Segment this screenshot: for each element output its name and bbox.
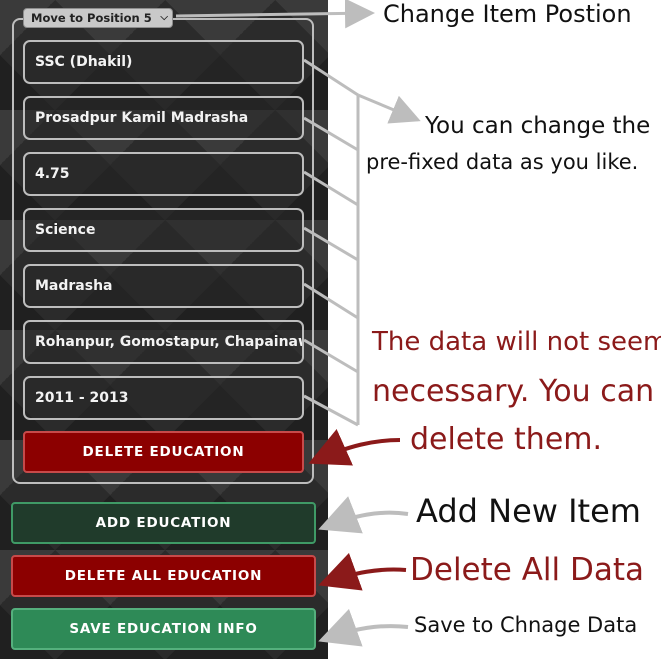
note-change-data-line2: pre-fixed data as you like.: [366, 150, 639, 174]
arrow-add-new: [318, 496, 409, 534]
note-not-necessary-line2: necessary. You can: [372, 374, 655, 409]
note-change-data-line1: You can change the: [425, 113, 651, 139]
arrow-change-data: [357, 93, 421, 124]
note-save: Save to Chnage Data: [414, 613, 638, 637]
arrow-delete-education: [308, 429, 401, 466]
field-bracket: [303, 58, 360, 427]
note-not-necessary-line1: The data will not seem: [372, 327, 661, 357]
note-add-new: Add New Item: [416, 492, 641, 530]
note-delete-all: Delete All Data: [410, 552, 645, 588]
note-not-necessary-line3: delete them.: [410, 422, 603, 457]
arrow-change-position: [175, 0, 375, 29]
note-change-position: Change Item Postion: [383, 0, 632, 28]
arrow-delete-all: [318, 552, 407, 591]
arrow-save: [318, 608, 409, 647]
